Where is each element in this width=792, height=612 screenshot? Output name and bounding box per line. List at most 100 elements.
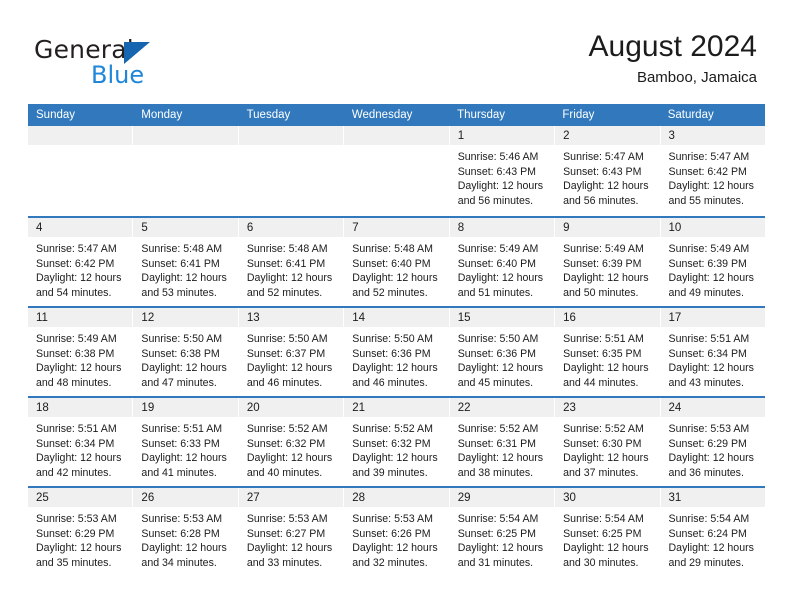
day-cell[interactable]: 11 Sunrise: 5:49 AM Sunset: 6:38 PM Dayligh… [28,308,134,396]
day-detail-line: Daylight: 12 hours [246,272,333,285]
day-cell[interactable]: 23 Sunrise: 5:52 AM Sunset: 6:30 PM Dayligh… [555,398,661,486]
day-detail-line: Daylight: 12 hours [352,272,438,285]
day-number: 18 [36,402,49,414]
day-detail-line: Daylight: 12 hours [457,272,544,285]
day-cell-empty [133,126,239,216]
brand-name-general: General [34,35,134,64]
day-number: 30 [563,492,576,504]
day-detail-line: and 35 minutes. [36,556,112,569]
day-detail-line: Sunrise: 5:49 AM [457,243,539,255]
day-detail-line: Sunrise: 5:53 AM [141,513,223,525]
day-detail-line: Daylight: 12 hours [141,542,227,555]
day-number-strip: 5 [133,218,238,237]
day-number: 19 [141,402,155,414]
day-cell[interactable]: 8 Sunrise: 5:49 AM Sunset: 6:40 PM Daylight… [449,218,556,306]
day-detail-line: Daylight: 12 hours [457,542,544,555]
day-cell[interactable]: 25 Sunrise: 5:53 AM Sunset: 6:29 PM Dayligh… [28,488,134,576]
calendar-grid: Sunday Monday Tuesday Wednesday Thursday Frid… [28,104,765,576]
day-detail-line: Daylight: 12 hours [457,180,544,193]
day-number: 29 [457,492,471,504]
day-cell[interactable]: 16 Sunrise: 5:51 AM Sunset: 6:35 PM Dayligh… [555,308,661,396]
weekday-header-monday: Monday [141,109,183,121]
day-number-strip: 10 [660,218,765,237]
day-detail-line: Daylight: 12 hours [352,452,438,465]
day-cell[interactable]: 22 Sunrise: 5:52 AM Sunset: 6:31 PM Dayligh… [449,398,556,486]
day-cell[interactable]: 13 Sunrise: 5:50 AM Sunset: 6:37 PM Dayligh… [238,308,345,396]
day-cell[interactable]: 4 Sunrise: 5:47 AM Sunset: 6:42 PM Daylight… [28,218,134,306]
day-details: Sunrise: 5:50 AM Sunset: 6:37 PM Daylight:… [239,327,343,390]
day-cell[interactable]: 3 Sunrise: 5:47 AM Sunset: 6:42 PM Daylight… [660,126,765,216]
day-cell[interactable]: 7 Sunrise: 5:48 AM Sunset: 6:40 PM Daylight… [344,218,450,306]
day-number-strip: 11 [28,308,133,327]
day-details: Sunrise: 5:48 AM Sunset: 6:40 PM Daylight:… [344,237,448,300]
day-detail-line: and 56 minutes. [457,194,534,207]
day-cell[interactable]: 26 Sunrise: 5:53 AM Sunset: 6:28 PM Dayligh… [133,488,239,576]
day-number-strip: 3 [660,126,765,145]
day-number-strip: 13 [238,308,344,327]
day-detail-line: and 54 minutes. [36,286,112,299]
day-detail-line: Sunset: 6:40 PM [457,257,537,270]
day-cell[interactable]: 17 Sunrise: 5:51 AM Sunset: 6:34 PM Dayligh… [660,308,765,396]
day-detail-line: Sunset: 6:30 PM [563,437,642,450]
day-detail-line: Sunrise: 5:52 AM [352,423,433,435]
day-number: 26 [141,492,155,504]
day-cell[interactable]: 28 Sunrise: 5:53 AM Sunset: 6:26 PM Dayligh… [344,488,450,576]
day-cell[interactable]: 12 Sunrise: 5:50 AM Sunset: 6:38 PM Dayligh… [133,308,239,396]
day-cell[interactable]: 19 Sunrise: 5:51 AM Sunset: 6:33 PM Dayligh… [133,398,239,486]
day-detail-line: and 45 minutes. [457,376,534,389]
day-detail-line: Sunset: 6:36 PM [457,347,537,360]
day-detail-line: Daylight: 12 hours [36,272,122,285]
day-detail-line: and 46 minutes. [352,376,428,389]
day-cell[interactable]: 20 Sunrise: 5:52 AM Sunset: 6:32 PM Dayligh… [238,398,345,486]
weekday-header-sunday: Sunday [36,109,76,121]
day-details: Sunrise: 5:47 AM Sunset: 6:43 PM Daylight:… [555,145,659,208]
day-detail-line: Daylight: 12 hours [563,272,649,285]
day-detail-line: Sunset: 6:36 PM [352,347,431,360]
day-cell[interactable]: 14 Sunrise: 5:50 AM Sunset: 6:36 PM Dayligh… [344,308,450,396]
day-detail-line: Sunrise: 5:51 AM [668,333,750,345]
day-number: 21 [352,402,366,414]
day-detail-line: Sunrise: 5:48 AM [352,243,433,255]
day-detail-line: Sunset: 6:25 PM [457,527,537,540]
day-cell-empty [28,126,134,216]
day-number: 5 [141,222,148,234]
day-cell[interactable]: 1 Sunrise: 5:46 AM Sunset: 6:43 PM Daylight… [449,126,556,216]
day-number-strip: 25 [28,488,133,507]
day-cell[interactable]: 27 Sunrise: 5:53 AM Sunset: 6:27 PM Dayligh… [238,488,345,576]
day-detail-line: Sunset: 6:38 PM [141,347,220,360]
day-number-strip: 1 [449,126,555,145]
day-number-strip: 26 [133,488,238,507]
day-detail-line: and 29 minutes. [668,556,744,569]
day-cell[interactable]: 5 Sunrise: 5:48 AM Sunset: 6:41 PM Daylight… [133,218,239,306]
day-cell[interactable]: 30 Sunrise: 5:54 AM Sunset: 6:25 PM Dayligh… [555,488,661,576]
day-detail-line: and 48 minutes. [36,376,112,389]
day-detail-line: Daylight: 12 hours [352,362,438,375]
brand-logo[interactable]: General Blue [34,35,234,91]
day-cell[interactable]: 24 Sunrise: 5:53 AM Sunset: 6:29 PM Dayligh… [660,398,765,486]
day-number: 6 [246,222,254,234]
day-cell[interactable]: 21 Sunrise: 5:52 AM Sunset: 6:32 PM Dayligh… [344,398,450,486]
day-cell[interactable]: 31 Sunrise: 5:54 AM Sunset: 6:24 PM Dayligh… [660,488,765,576]
day-number: 20 [246,402,260,414]
day-detail-line: Sunset: 6:41 PM [141,257,220,270]
day-cell[interactable]: 29 Sunrise: 5:54 AM Sunset: 6:25 PM Dayligh… [449,488,556,576]
day-cell[interactable]: 10 Sunrise: 5:49 AM Sunset: 6:39 PM Dayligh… [660,218,765,306]
day-cell[interactable]: 15 Sunrise: 5:50 AM Sunset: 6:36 PM Dayligh… [449,308,556,396]
day-detail-line: and 37 minutes. [563,466,639,479]
day-cell[interactable]: 2 Sunrise: 5:47 AM Sunset: 6:43 PM Daylight… [555,126,661,216]
day-details: Sunrise: 5:50 AM Sunset: 6:36 PM Daylight:… [344,327,448,390]
day-detail-line: Sunrise: 5:51 AM [36,423,117,435]
day-detail-line: Sunrise: 5:53 AM [36,513,117,525]
day-details: Sunrise: 5:47 AM Sunset: 6:42 PM Daylight:… [28,237,132,300]
day-number-strip: 31 [660,488,765,507]
day-cell[interactable]: 6 Sunrise: 5:48 AM Sunset: 6:41 PM Daylight… [238,218,345,306]
day-details: Sunrise: 5:54 AM Sunset: 6:25 PM Daylight:… [555,507,659,570]
day-detail-line: Sunset: 6:39 PM [563,257,642,270]
day-details: Sunrise: 5:53 AM Sunset: 6:28 PM Daylight:… [133,507,237,570]
calendar-week-row: 25 Sunrise: 5:53 AM Sunset: 6:29 PM Dayligh… [28,486,765,576]
day-cell[interactable]: 9 Sunrise: 5:49 AM Sunset: 6:39 PM Daylight… [555,218,661,306]
day-number: 7 [352,222,359,234]
day-cell[interactable]: 18 Sunrise: 5:51 AM Sunset: 6:34 PM Dayligh… [28,398,134,486]
day-detail-line: Sunrise: 5:49 AM [668,243,750,255]
day-detail-line: Sunrise: 5:53 AM [246,513,328,525]
